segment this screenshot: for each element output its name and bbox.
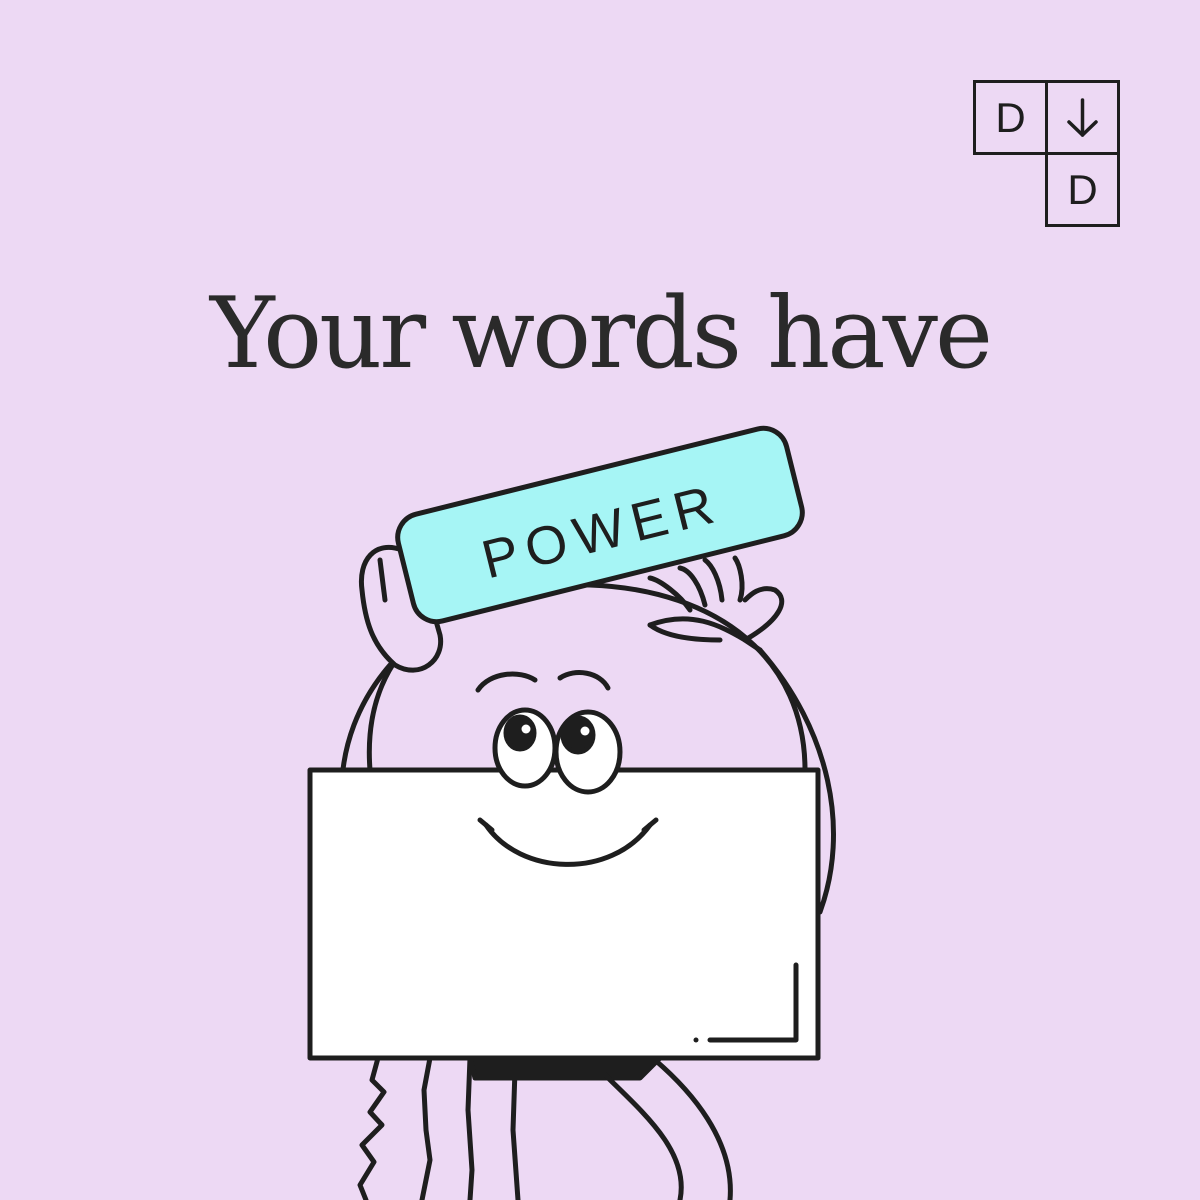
character-body — [307, 767, 821, 1061]
poster: D D Your words have POWER — [0, 0, 1200, 1200]
character-illustration: POWER — [307, 425, 836, 1200]
character-legs — [357, 1055, 733, 1200]
